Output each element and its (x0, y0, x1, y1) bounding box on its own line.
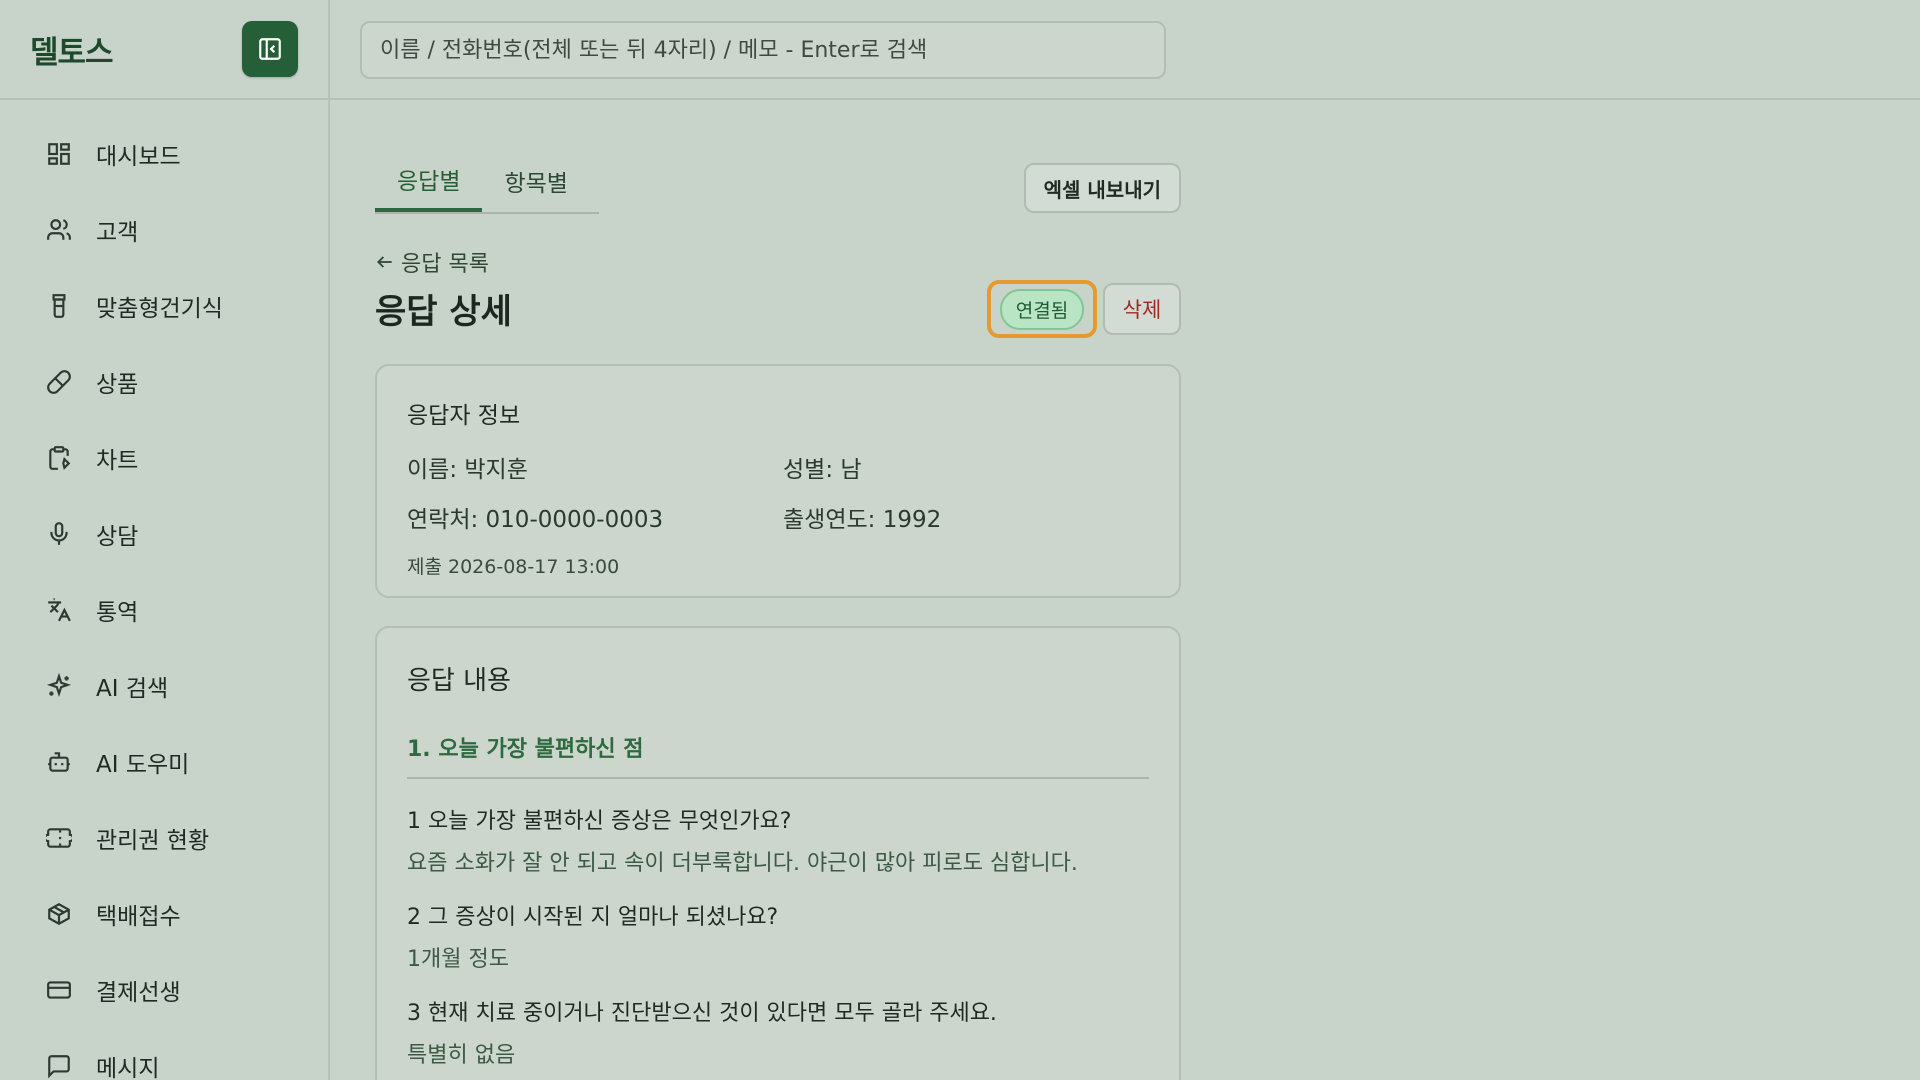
clipboard-icon (44, 443, 74, 473)
sidebar-item-label: 상담 (96, 524, 139, 550)
list-item: 3 현재 치료 중이거나 진단받으신 것이 있다면 모두 골라 주세요. 특별히… (407, 995, 1149, 1069)
search-input[interactable] (360, 21, 1166, 79)
sidebar-nav: 대시보드 고객 맞춤형건기식 상품 차트 상담 통역 AI 검색 AI 도우미 … (0, 100, 328, 1080)
respondent-info-card: 응답자 정보 이름: 박지훈 성별: 남 연락처: 010-0000-0003 … (375, 364, 1181, 598)
sidebar-item-label: AI 검색 (96, 676, 169, 702)
response-content-card: 응답 내용 1. 오늘 가장 불편하신 점 1 오늘 가장 불편하신 증상은 무… (375, 626, 1181, 1080)
delete-button[interactable]: 삭제 (1103, 283, 1181, 335)
mic-icon (44, 519, 74, 549)
question-text: 1 오늘 가장 불편하신 증상은 무엇인가요? (407, 809, 792, 834)
sidebar-item-products[interactable]: 상품 (0, 344, 328, 420)
page-title: 응답 상세 (375, 292, 512, 332)
back-to-list-link[interactable]: 응답 목록 (375, 246, 489, 278)
sidebar-item-label: 메시지 (96, 1056, 160, 1080)
sidebar-item-translate[interactable]: 통역 (0, 572, 328, 648)
arrow-left-icon (377, 256, 392, 268)
sidebar-item-label: 맞춤형건기식 (96, 296, 223, 322)
app-logo[interactable]: 델토스 (30, 27, 114, 72)
tab-bar: 응답별 항목별 (375, 150, 599, 214)
respondent-name: 이름: 박지훈 (407, 457, 528, 483)
sidebar-collapse-button[interactable] (242, 21, 298, 77)
answer-text: 1개월 정도 (407, 947, 509, 972)
status-highlight: 연결됨 (987, 280, 1097, 338)
sidebar-item-consult[interactable]: 상담 (0, 496, 328, 572)
respondent-phone: 연락처: 010-0000-0003 (407, 507, 664, 533)
respondent-info-grid: 이름: 박지훈 성별: 남 연락처: 010-0000-0003 출생연도: 1… (407, 450, 1149, 534)
sidebar-item-customers[interactable]: 고객 (0, 192, 328, 268)
status-badge[interactable]: 연결됨 (999, 288, 1085, 330)
question-text: 3 현재 치료 중이거나 진단받으신 것이 있다면 모두 골라 주세요. (407, 1001, 997, 1026)
sidebar-item-label: 고객 (96, 220, 139, 246)
answer-text: 특별히 없음 (407, 1043, 516, 1068)
translate-icon (44, 595, 74, 625)
bot-icon (44, 747, 74, 777)
response-content-title: 응답 내용 (407, 666, 511, 696)
back-link-label: 응답 목록 (401, 252, 489, 277)
tab-by-item[interactable]: 항목별 (482, 150, 589, 212)
export-excel-button[interactable]: 엑셀 내보내기 (1023, 163, 1181, 213)
list-item: 1 오늘 가장 불편하신 증상은 무엇인가요? 요즘 소화가 잘 안 되고 속이… (407, 803, 1149, 877)
dashboard-icon (44, 139, 74, 169)
bottle-icon (44, 291, 74, 321)
tab-by-response[interactable]: 응답별 (375, 150, 483, 212)
sidebar-item-payment[interactable]: 결제선생 (0, 952, 328, 1028)
pill-icon (44, 367, 74, 397)
sidebar-item-supplements[interactable]: 맞춤형건기식 (0, 268, 328, 344)
card-icon (44, 975, 74, 1005)
sidebar-item-label: 차트 (96, 448, 139, 474)
sidebar-header: 델토스 (0, 0, 328, 100)
ticket-icon (44, 823, 74, 853)
response-section-title: 1. 오늘 가장 불편하신 점 (407, 731, 1149, 779)
respondent-info-title: 응답자 정보 (407, 403, 521, 429)
sidebar-item-chart[interactable]: 차트 (0, 420, 328, 496)
sidebar-item-ai-assistant[interactable]: AI 도우미 (0, 724, 328, 800)
sidebar-item-membership[interactable]: 관리권 현황 (0, 800, 328, 876)
package-icon (44, 899, 74, 929)
list-item: 2 그 증상이 시작된 지 얼마나 되셨나요? 1개월 정도 (407, 899, 1149, 973)
sidebar-item-label: 통역 (96, 600, 139, 626)
respondent-gender: 성별: 남 (783, 457, 862, 483)
answer-text: 요즘 소화가 잘 안 되고 속이 더부룩합니다. 야근이 많아 피로도 심합니다… (407, 851, 1078, 876)
sidebar: 델토스 대시보드 고객 맞춤형건기식 상품 차트 상담 통역 AI 검색 AI … (0, 0, 330, 1080)
sidebar-item-label: 택배접수 (96, 904, 181, 930)
topbar (330, 0, 1920, 100)
sidebar-item-delivery[interactable]: 택배접수 (0, 876, 328, 952)
sidebar-item-label: AI 도우미 (96, 752, 190, 778)
sparkles-icon (44, 671, 74, 701)
message-icon (44, 1051, 74, 1080)
sidebar-item-messages[interactable]: 메시지 (0, 1028, 328, 1080)
question-text: 2 그 증상이 시작된 지 얼마나 되셨나요? (407, 905, 779, 930)
sidebar-item-label: 관리권 현황 (96, 828, 210, 854)
respondent-birth-year: 출생연도: 1992 (783, 507, 942, 533)
sidebar-item-label: 대시보드 (96, 144, 181, 170)
panel-left-icon (259, 38, 281, 60)
sidebar-item-dashboard[interactable]: 대시보드 (0, 116, 328, 192)
sidebar-item-ai-search[interactable]: AI 검색 (0, 648, 328, 724)
users-icon (44, 215, 74, 245)
submitted-time: 제출 2026-08-17 13:00 (407, 556, 620, 578)
sidebar-item-label: 결제선생 (96, 980, 181, 1006)
sidebar-item-label: 상품 (96, 372, 139, 398)
